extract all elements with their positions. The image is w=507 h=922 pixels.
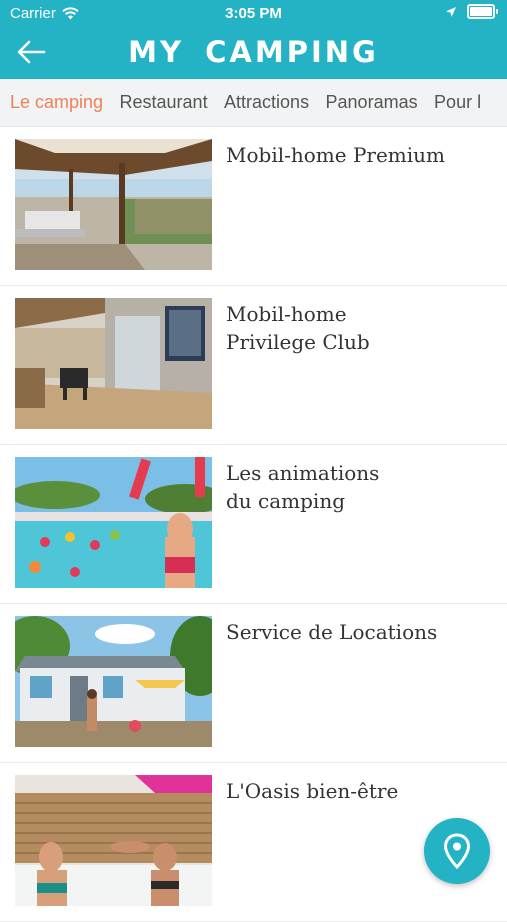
tab-attractions[interactable]: Attractions bbox=[218, 79, 315, 126]
category-tabs: Le camping Restaurant Attractions Panora… bbox=[0, 79, 507, 127]
map-location-button[interactable] bbox=[424, 818, 490, 884]
tab-pour[interactable]: Pour l bbox=[428, 79, 487, 126]
map-pin-icon bbox=[443, 833, 471, 869]
item-title: L'Oasis bien-être bbox=[226, 779, 399, 803]
tab-panoramas[interactable]: Panoramas bbox=[320, 79, 424, 126]
item-title: Service de Locations bbox=[226, 620, 438, 644]
page-title: MY CAMPING bbox=[128, 35, 379, 69]
list-item[interactable]: Mobil-home Privilege Club bbox=[0, 286, 507, 445]
status-bar: Carrier 3:05 PM bbox=[0, 0, 507, 26]
location-arrow-icon bbox=[446, 6, 456, 17]
oasis-photo bbox=[15, 775, 212, 906]
tab-restaurant[interactable]: Restaurant bbox=[114, 79, 214, 126]
mobil-home-privilege-photo bbox=[15, 298, 212, 429]
animations-photo bbox=[15, 457, 212, 588]
list-item[interactable]: Mobil-home Premium bbox=[0, 127, 507, 286]
tab-le-camping[interactable]: Le camping bbox=[0, 79, 109, 126]
content-list: Mobil-home Premium Mobil-home Privilege … bbox=[0, 127, 507, 922]
item-title: Les animations du camping bbox=[226, 461, 380, 513]
battery-icon bbox=[467, 4, 498, 19]
status-time: 3:05 PM bbox=[225, 5, 282, 22]
mobil-home-premium-photo bbox=[15, 139, 212, 270]
nav-bar: MY CAMPING bbox=[0, 26, 507, 79]
locations-photo bbox=[15, 616, 212, 747]
list-item[interactable]: Service de Locations bbox=[0, 604, 507, 763]
list-item[interactable]: Les animations du camping bbox=[0, 445, 507, 604]
item-title: Mobil-home Privilege Club bbox=[226, 302, 370, 354]
item-title: Mobil-home Premium bbox=[226, 143, 446, 167]
